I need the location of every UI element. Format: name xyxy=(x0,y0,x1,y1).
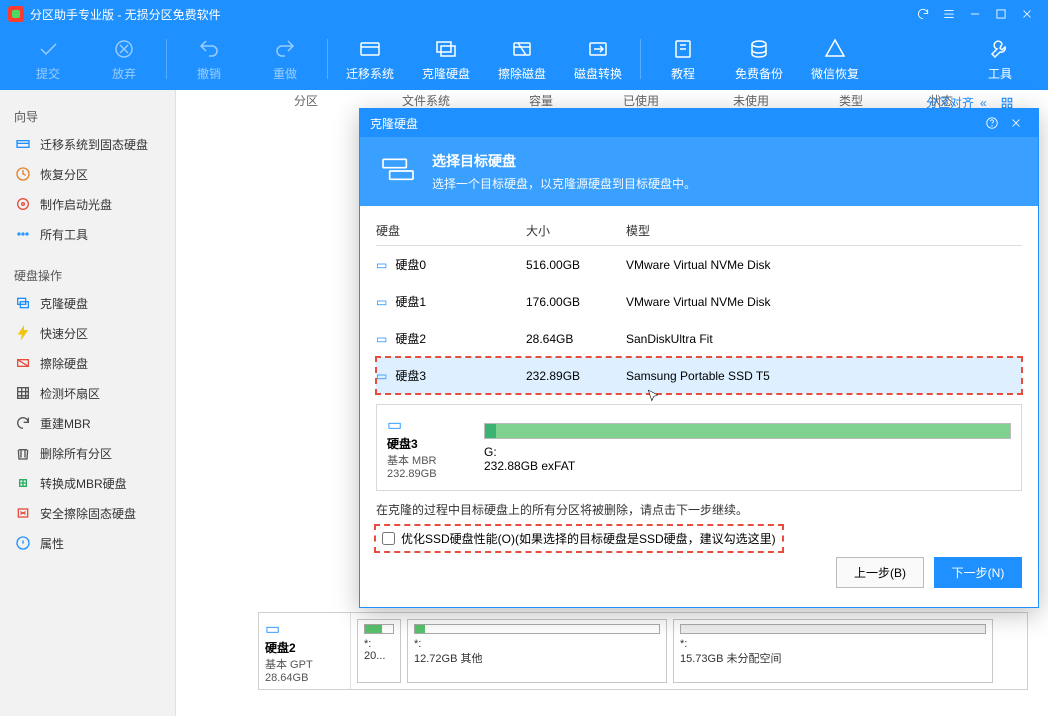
sidebar-item-clone[interactable]: 克隆硬盘 xyxy=(0,288,175,318)
sidebar-item-migrate[interactable]: 迁移系统到固态硬盘 xyxy=(0,129,175,159)
ssd-optimize-option[interactable]: 优化SSD硬盘性能(O)(如果选择的目标硬盘是SSD硬盘，建议勾选这里) xyxy=(376,526,782,551)
warning-text: 在克隆的过程中目标硬盘上的所有分区将被删除，请点击下一步继续。 xyxy=(376,501,1022,518)
main-toolbar: 提交 放弃 撤销 重做 迁移系统 克隆硬盘 擦除磁盘 磁盘转换 教程 免费备份 … xyxy=(0,28,1048,90)
sidebar-item-quickpart[interactable]: 快速分区 xyxy=(0,318,175,348)
alltools-icon xyxy=(14,225,32,243)
maximize-button[interactable] xyxy=(988,0,1014,28)
dialog-banner: 选择目标硬盘 选择一个目标硬盘，以克隆源硬盘到目标硬盘中。 xyxy=(360,137,1038,206)
commit-button: 提交 xyxy=(10,29,86,89)
disk-row[interactable]: ▭硬盘0516.00GBVMware Virtual NVMe Disk xyxy=(376,246,1022,283)
undo-button: 撤销 xyxy=(171,29,247,89)
sidebar-item-alltools[interactable]: 所有工具 xyxy=(0,219,175,249)
migrate-icon xyxy=(14,135,32,153)
wechat-recover-button[interactable]: 微信恢复 xyxy=(797,29,873,89)
sidebar: 向导 迁移系统到固态硬盘恢复分区制作启动光盘所有工具 硬盘操作 克隆硬盘快速分区… xyxy=(0,90,176,716)
wipe-disk-button[interactable]: 擦除磁盘 xyxy=(484,29,560,89)
badsector-icon xyxy=(14,384,32,402)
convertmbr-icon xyxy=(14,474,32,492)
sidebar-item-badsector[interactable]: 检测坏扇区 xyxy=(0,378,175,408)
sidebar-section-diskops: 硬盘操作 xyxy=(0,259,175,288)
sidebar-item-label: 恢复分区 xyxy=(40,166,88,183)
wipe-icon xyxy=(14,354,32,372)
dialog-title: 克隆硬盘 xyxy=(370,115,418,132)
app-title: 分区助手专业版 - 无损分区免费软件 xyxy=(30,6,221,23)
sidebar-item-label: 制作启动光盘 xyxy=(40,196,112,213)
sidebar-item-label: 所有工具 xyxy=(40,226,88,243)
banner-desc: 选择一个目标硬盘，以克隆源硬盘到目标硬盘中。 xyxy=(432,175,696,192)
disk-icon: ▭ xyxy=(376,369,387,383)
sidebar-item-props[interactable]: 属性 xyxy=(0,528,175,558)
target-part-label: G: xyxy=(484,445,1011,459)
clone-icon xyxy=(14,294,32,312)
sidebar-item-label: 重建MBR xyxy=(40,415,91,432)
menu-button[interactable] xyxy=(936,0,962,28)
bootdisc-icon xyxy=(14,195,32,213)
migrate-os-button[interactable]: 迁移系统 xyxy=(332,29,408,89)
disk-card-disk2[interactable]: ▭ 硬盘2 基本 GPT 28.64GB *:20... *:12.72GB 其… xyxy=(258,612,1028,690)
tutorial-button[interactable]: 教程 xyxy=(645,29,721,89)
disk-row[interactable]: ▭硬盘1176.00GBVMware Virtual NVMe Disk xyxy=(376,283,1022,320)
capacity-bar xyxy=(484,423,1011,439)
disk-icon: ▭ xyxy=(376,295,387,309)
main-panel: 分区文件系统 容量已使用 未使用类型 状态 分区对齐 « 是 是 是 是 是 xyxy=(176,90,1048,716)
disk-table-header: 硬盘 大小 模型 xyxy=(376,216,1022,246)
sidebar-item-bootdisc[interactable]: 制作启动光盘 xyxy=(0,189,175,219)
recover-icon xyxy=(14,165,32,183)
content-area: 向导 迁移系统到固态硬盘恢复分区制作启动光盘所有工具 硬盘操作 克隆硬盘快速分区… xyxy=(0,90,1048,716)
dialog-titlebar: 克隆硬盘 xyxy=(360,109,1038,137)
sidebar-item-label: 检测坏扇区 xyxy=(40,385,100,402)
secureerase-icon xyxy=(14,504,32,522)
deleteall-icon xyxy=(14,444,32,462)
props-icon xyxy=(14,534,32,552)
discard-button: 放弃 xyxy=(86,29,162,89)
disk-icon: ▭ xyxy=(376,332,387,346)
disk-row[interactable]: ▭硬盘228.64GBSanDiskUltra Fit xyxy=(376,320,1022,357)
sidebar-item-deleteall[interactable]: 删除所有分区 xyxy=(0,438,175,468)
minimize-button[interactable] xyxy=(962,0,988,28)
sidebar-item-secureerase[interactable]: 安全擦除固态硬盘 xyxy=(0,498,175,528)
quickpart-icon xyxy=(14,324,32,342)
target-part-desc: 232.88GB exFAT xyxy=(484,459,1011,473)
dialog-close-button[interactable] xyxy=(1004,111,1028,135)
target-disk-preview: ▭ 硬盘3 基本 MBR 232.89GB G: 232.88GB exFAT xyxy=(376,404,1022,491)
sidebar-item-convertmbr[interactable]: 转换成MBR硬盘 xyxy=(0,468,175,498)
disk-icon: ▭ xyxy=(387,415,472,435)
clone-disk-dialog: 克隆硬盘 选择目标硬盘 选择一个目标硬盘，以克隆源硬盘到目标硬盘中。 硬盘 大小… xyxy=(359,108,1039,608)
ssd-optimize-checkbox[interactable] xyxy=(382,532,395,545)
sidebar-item-label: 擦除硬盘 xyxy=(40,355,88,372)
app-logo xyxy=(8,6,24,22)
sidebar-item-recover[interactable]: 恢复分区 xyxy=(0,159,175,189)
sidebar-item-label: 克隆硬盘 xyxy=(40,295,88,312)
prev-button[interactable]: 上一步(B) xyxy=(836,557,924,588)
dialog-help-button[interactable] xyxy=(980,111,1004,135)
banner-title: 选择目标硬盘 xyxy=(432,151,696,171)
disks-icon xyxy=(378,151,418,191)
disk-icon: ▭ xyxy=(376,258,387,272)
sidebar-item-label: 转换成MBR硬盘 xyxy=(40,475,127,492)
disk-row[interactable]: ▭硬盘3232.89GBSamsung Portable SSD T5 xyxy=(376,357,1022,394)
next-button[interactable]: 下一步(N) xyxy=(934,557,1022,588)
disk-icon: ▭ xyxy=(265,619,344,639)
sidebar-item-label: 迁移系统到固态硬盘 xyxy=(40,136,148,153)
refresh-button[interactable] xyxy=(910,0,936,28)
tools-button[interactable]: 工具 xyxy=(962,29,1038,89)
titlebar: 分区助手专业版 - 无损分区免费软件 xyxy=(0,0,1048,28)
sidebar-section-wizard: 向导 xyxy=(0,100,175,129)
sidebar-item-label: 删除所有分区 xyxy=(40,445,112,462)
sidebar-item-wipe[interactable]: 擦除硬盘 xyxy=(0,348,175,378)
sidebar-item-rebuild[interactable]: 重建MBR xyxy=(0,408,175,438)
redo-button: 重做 xyxy=(247,29,323,89)
sidebar-item-label: 属性 xyxy=(40,535,64,552)
rebuild-icon xyxy=(14,414,32,432)
sidebar-item-label: 快速分区 xyxy=(40,325,88,342)
close-button[interactable] xyxy=(1014,0,1040,28)
clone-disk-button[interactable]: 克隆硬盘 xyxy=(408,29,484,89)
free-backup-button[interactable]: 免费备份 xyxy=(721,29,797,89)
sidebar-item-label: 安全擦除固态硬盘 xyxy=(40,505,136,522)
disk-convert-button[interactable]: 磁盘转换 xyxy=(560,29,636,89)
